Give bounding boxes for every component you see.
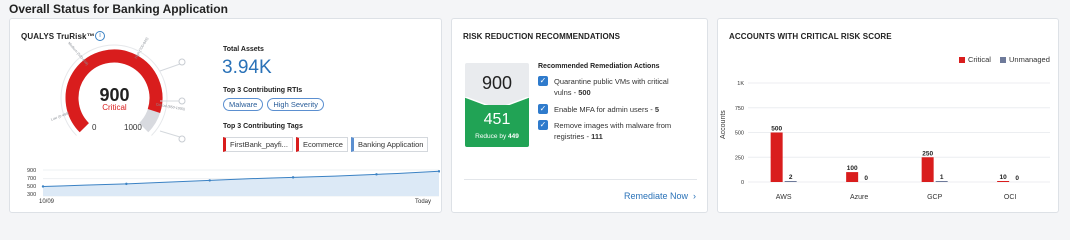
trend-point [125,182,128,186]
bar-value-label: 500 [771,126,782,133]
bar-critical-azure [846,172,859,182]
trend-point [41,185,45,188]
bar-value-label: 0 [1015,175,1019,182]
y-tick-label: 500 [735,131,744,137]
y-tick-label: 750 [735,106,744,112]
risk-reduction-title: RISK REDUCTION RECOMMENDATIONS [463,32,621,41]
connector-dot [178,135,186,143]
score-reduction-box: 900 451 Reduce by 449 [465,63,529,147]
bar-critical-oci [997,181,1010,182]
gauge-min-label: 0 [92,123,97,132]
bar-critical-aws [770,132,783,182]
x-tick-label: OCI [1004,194,1017,201]
bar-critical-gcp [921,157,934,182]
page-title: Overall Status for Banking Application [9,2,228,16]
trurisk-card: QUALYS TruRisk™ i Low (0-499) Medium (500… [9,18,442,213]
connector-dot [178,58,186,66]
bar-value-label: 2 [789,174,793,181]
trend-sparkline [41,169,440,197]
accounts-bar-chart: 02505007501K5002AWS1000Azure2501GCP10 0OC… [735,81,1050,201]
action-item[interactable]: ✓ Remove images with malware from regist… [538,120,688,142]
risk-reduction-card: RISK REDUCTION RECOMMENDATIONS 900 451 R… [451,18,708,213]
bar-value-label: 100 [847,165,858,172]
trend-x-start: 10/09 [39,199,55,205]
x-tick-label: AWS [776,194,792,201]
connector-dot [178,97,186,105]
x-tick-label: Azure [850,194,868,201]
x-tick-label: GCP [927,194,943,201]
new-score: 451 [483,111,511,128]
divider [464,179,697,180]
chevron-right-icon: › [690,191,697,201]
action-item[interactable]: ✓ Quarantine public VMs with critical vu… [538,76,688,98]
y-tick-label: 250 [735,155,744,161]
rti-pill[interactable]: Malware [223,98,264,111]
accounts-card: ACCOUNTS WITH CRITICAL RISK SCORE Critic… [717,18,1059,213]
bar-value-label: 10 [1000,174,1008,181]
rti-tags: Malware High Severity [223,98,324,111]
bar-value-label: 1 [940,174,944,181]
gauge-band-label: Medium (500-699) [67,41,89,66]
trend-point [375,173,378,176]
bar-unmanaged-aws [784,181,797,182]
gauge-band-label: Low (0-499) [50,111,69,121]
tag-chip[interactable]: Ecommerce [295,137,348,152]
trurisk-score-level: Critical [102,103,127,112]
checkbox-checked-icon[interactable]: ✓ [538,104,548,114]
trend-point [291,176,295,179]
tags-row: FirstBank_payfi... Ecommerce Banking App… [223,137,429,152]
rti-pill[interactable]: High Severity [267,98,324,111]
action-text: Remove images with malware from registri… [554,121,672,141]
bar-value-label: 0 [864,175,868,182]
rti-label: Top 3 Contributing RTIs [223,87,303,94]
tag-chip[interactable]: Banking Application [350,137,429,152]
gauge-max-label: 1000 [124,123,142,132]
total-assets-value[interactable]: 3.94K [222,57,272,79]
action-text: Enable MFA for admin users - 5 [554,105,660,114]
y-tick-label: 0 [741,180,744,186]
bar-unmanaged-gcp [935,181,948,182]
checkbox-checked-icon[interactable]: ✓ [538,120,548,130]
trend-point [208,179,211,182]
actions-title: Recommended Remediation Actions [538,63,660,70]
total-assets-label: Total Assets [223,46,264,53]
bar-value-label: 250 [922,150,933,157]
connector-line [159,130,181,138]
trend-area [43,171,439,196]
y-tick-label: 1K [737,81,744,87]
tag-chip[interactable]: FirstBank_payfi... [223,137,293,152]
action-text: Quarantine public VMs with critical vuln… [554,77,669,97]
checkbox-checked-icon[interactable]: ✓ [538,76,548,86]
action-item[interactable]: ✓ Enable MFA for admin users - 5 [538,104,688,115]
remediate-now-link[interactable]: Remediate Now › [624,191,696,201]
connector-line [159,63,181,72]
tags-label: Top 3 Contributing Tags [223,123,303,130]
trend-x-end: Today [415,199,432,205]
reduce-by-text: Reduce by 449 [475,133,519,140]
